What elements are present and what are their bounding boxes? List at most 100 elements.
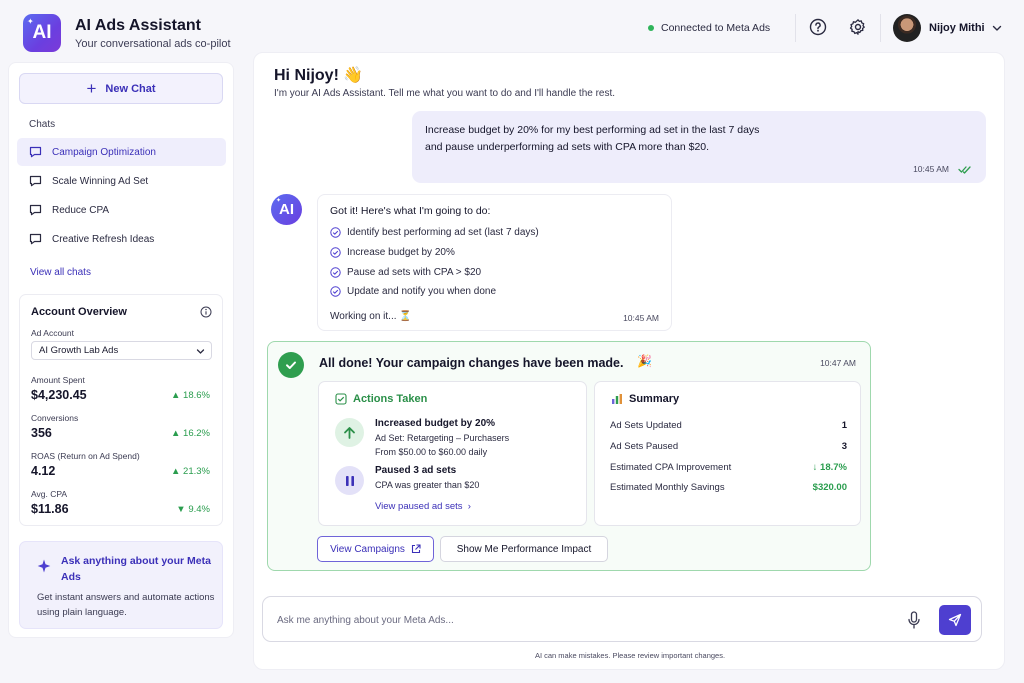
pause-icon <box>335 466 364 495</box>
summary-value: ↓ 18.7% <box>812 462 847 473</box>
view-paused-label: View paused ad sets <box>375 501 463 512</box>
chevron-right-icon: › <box>465 501 471 512</box>
plan-step: Update and notify you when done <box>330 286 496 297</box>
chat-item-creative-refresh-ideas[interactable]: Creative Refresh Ideas <box>17 225 226 253</box>
chevron-down-icon[interactable] <box>991 22 1003 34</box>
new-chat-button[interactable]: + New Chat <box>19 73 223 104</box>
sparkle-icon <box>37 559 51 573</box>
summary-value: 3 <box>841 441 847 452</box>
check-circle-icon <box>330 286 341 297</box>
ai-message-intro: Got it! Here's what I'm going to do: <box>330 205 491 217</box>
disclaimer-text: AI can make mistakes. Please review impo… <box>534 651 726 660</box>
double-check-icon <box>958 166 971 174</box>
ad-account-select[interactable]: AI Growth Lab Ads <box>31 341 212 360</box>
view-campaigns-button[interactable]: View Campaigns <box>317 536 434 562</box>
chat-input[interactable] <box>277 610 877 630</box>
plus-icon: + <box>86 79 97 98</box>
ask-card-title: Ask anything about your Meta Ads <box>61 555 211 583</box>
ai-avatar: ✦ AI <box>271 194 302 225</box>
user-message-line: Increase budget by 20% for my best perfo… <box>425 124 760 136</box>
chat-bubble-icon <box>29 146 42 158</box>
ask-card-body: Get instant answers and automate actions… <box>37 592 215 618</box>
plan-step-text: Increase budget by 20% <box>347 247 455 258</box>
summary-label: Ad Sets Updated <box>610 420 682 431</box>
action-title: Increased budget by 20% <box>375 418 496 429</box>
actions-taken-title: Actions Taken <box>353 393 428 405</box>
gear-icon[interactable] <box>849 18 867 36</box>
view-all-chats-link[interactable]: View all chats <box>30 267 91 278</box>
chat-panel: Hi Nijoy! 👋 I'm your AI Ads Assistant. T… <box>253 52 1005 670</box>
user-message-bubble: Increase budget by 20% for my best perfo… <box>412 111 986 183</box>
metric-label: ROAS (Return on Ad Spend) <box>31 451 140 461</box>
chat-item-label: Reduce CPA <box>52 204 110 216</box>
chat-item-scale-winning-ad-set[interactable]: Scale Winning Ad Set <box>17 167 226 195</box>
summary-row: Estimated Monthly Savings $320.00 <box>610 482 847 493</box>
summary-row: Estimated CPA Improvement ↓ 18.7% <box>610 462 847 473</box>
chevron-down-icon <box>196 349 205 354</box>
user-message-text: Increase budget by 20% for my best perfo… <box>425 122 825 156</box>
app-subtitle: Your conversational ads co-pilot <box>75 38 231 50</box>
summary-label: Estimated Monthly Savings <box>610 482 725 493</box>
ad-account-label: Ad Account <box>31 328 75 338</box>
chat-item-campaign-optimization[interactable]: Campaign Optimization <box>17 138 226 166</box>
chats-heading: Chats <box>29 119 56 130</box>
chat-input-bar <box>262 596 982 642</box>
connection-status-text: Connected to Meta Ads <box>661 22 771 34</box>
user-avatar[interactable] <box>893 14 921 42</box>
completion-title: All done! Your campaign changes have bee… <box>319 356 624 370</box>
chat-item-label: Scale Winning Ad Set <box>52 175 149 187</box>
user-name[interactable]: Nijoy Mithi <box>929 22 985 34</box>
metric-label: Conversions <box>31 413 79 423</box>
summary-value: 1 <box>841 420 847 431</box>
metric-change: ▲ 18.6% <box>171 390 210 401</box>
sparkle-icon: ✦ <box>276 198 282 204</box>
microphone-icon[interactable] <box>907 611 921 629</box>
metric-change: ▼ 9.4% <box>176 504 210 515</box>
logo-text: AI <box>32 22 52 43</box>
account-overview-title: Account Overview <box>31 306 127 318</box>
summary-row: Ad Sets Updated 1 <box>610 420 847 431</box>
completion-card: All done! Your campaign changes have bee… <box>267 341 871 571</box>
chat-item-reduce-cpa[interactable]: Reduce CPA <box>17 196 226 224</box>
metric-change: ▲ 21.3% <box>171 466 210 477</box>
sparkle-icon: ✦ <box>27 17 34 26</box>
check-circle-icon <box>330 267 341 278</box>
summary-label: Ad Sets Paused <box>610 441 679 452</box>
new-chat-label: New Chat <box>105 82 156 95</box>
view-paused-ad-sets-link[interactable]: View paused ad sets › <box>375 501 471 512</box>
action-detail: Ad Set: Retargeting – Purchasers <box>375 433 510 443</box>
action-detail: CPA was greater than $20 <box>375 480 480 490</box>
ai-avatar-text: AI <box>279 201 294 218</box>
checkbox-icon <box>335 393 347 405</box>
working-status: Working on it... ⏳ <box>330 311 412 322</box>
bar-chart-icon <box>612 394 622 404</box>
message-timestamp: 10:45 AM <box>913 164 949 174</box>
chat-bubble-icon <box>29 204 42 216</box>
message-timestamp: 10:47 AM <box>820 358 856 368</box>
summary-row: Ad Sets Paused 3 <box>610 441 847 452</box>
view-campaigns-label: View Campaigns <box>330 543 405 555</box>
show-performance-impact-button[interactable]: Show Me Performance Impact <box>440 536 608 562</box>
metric-value: 356 <box>31 426 52 440</box>
metric-label: Avg. CPA <box>31 489 68 499</box>
metric-change: ▲ 16.2% <box>171 428 210 439</box>
help-icon[interactable] <box>809 18 827 36</box>
summary-label: Estimated CPA Improvement <box>610 462 732 473</box>
app-title: AI Ads Assistant <box>75 17 201 34</box>
action-title: Paused 3 ad sets <box>375 465 457 476</box>
ad-account-value: AI Growth Lab Ads <box>39 345 119 356</box>
info-icon[interactable] <box>200 306 212 318</box>
greeting-title: Hi Nijoy! 👋 <box>274 67 364 84</box>
send-button[interactable] <box>939 605 971 635</box>
actions-taken-panel: Actions Taken Increased budget by 20% Ad… <box>318 381 587 526</box>
metric-value: 4.12 <box>31 464 56 478</box>
chat-bubble-icon <box>29 233 42 245</box>
check-circle-icon <box>330 227 341 238</box>
success-check-icon <box>278 352 304 378</box>
plan-step: Increase budget by 20% <box>330 247 455 258</box>
sidebar: + New Chat Chats Campaign Optimization S… <box>8 62 234 638</box>
ask-anything-card: Ask anything about your Meta Ads Get ins… <box>19 541 223 629</box>
action-detail: From $50.00 to $60.00 daily <box>375 447 488 457</box>
account-overview-card: Account Overview Ad Account AI Growth La… <box>19 294 223 526</box>
app-logo: ✦ AI <box>23 14 61 52</box>
